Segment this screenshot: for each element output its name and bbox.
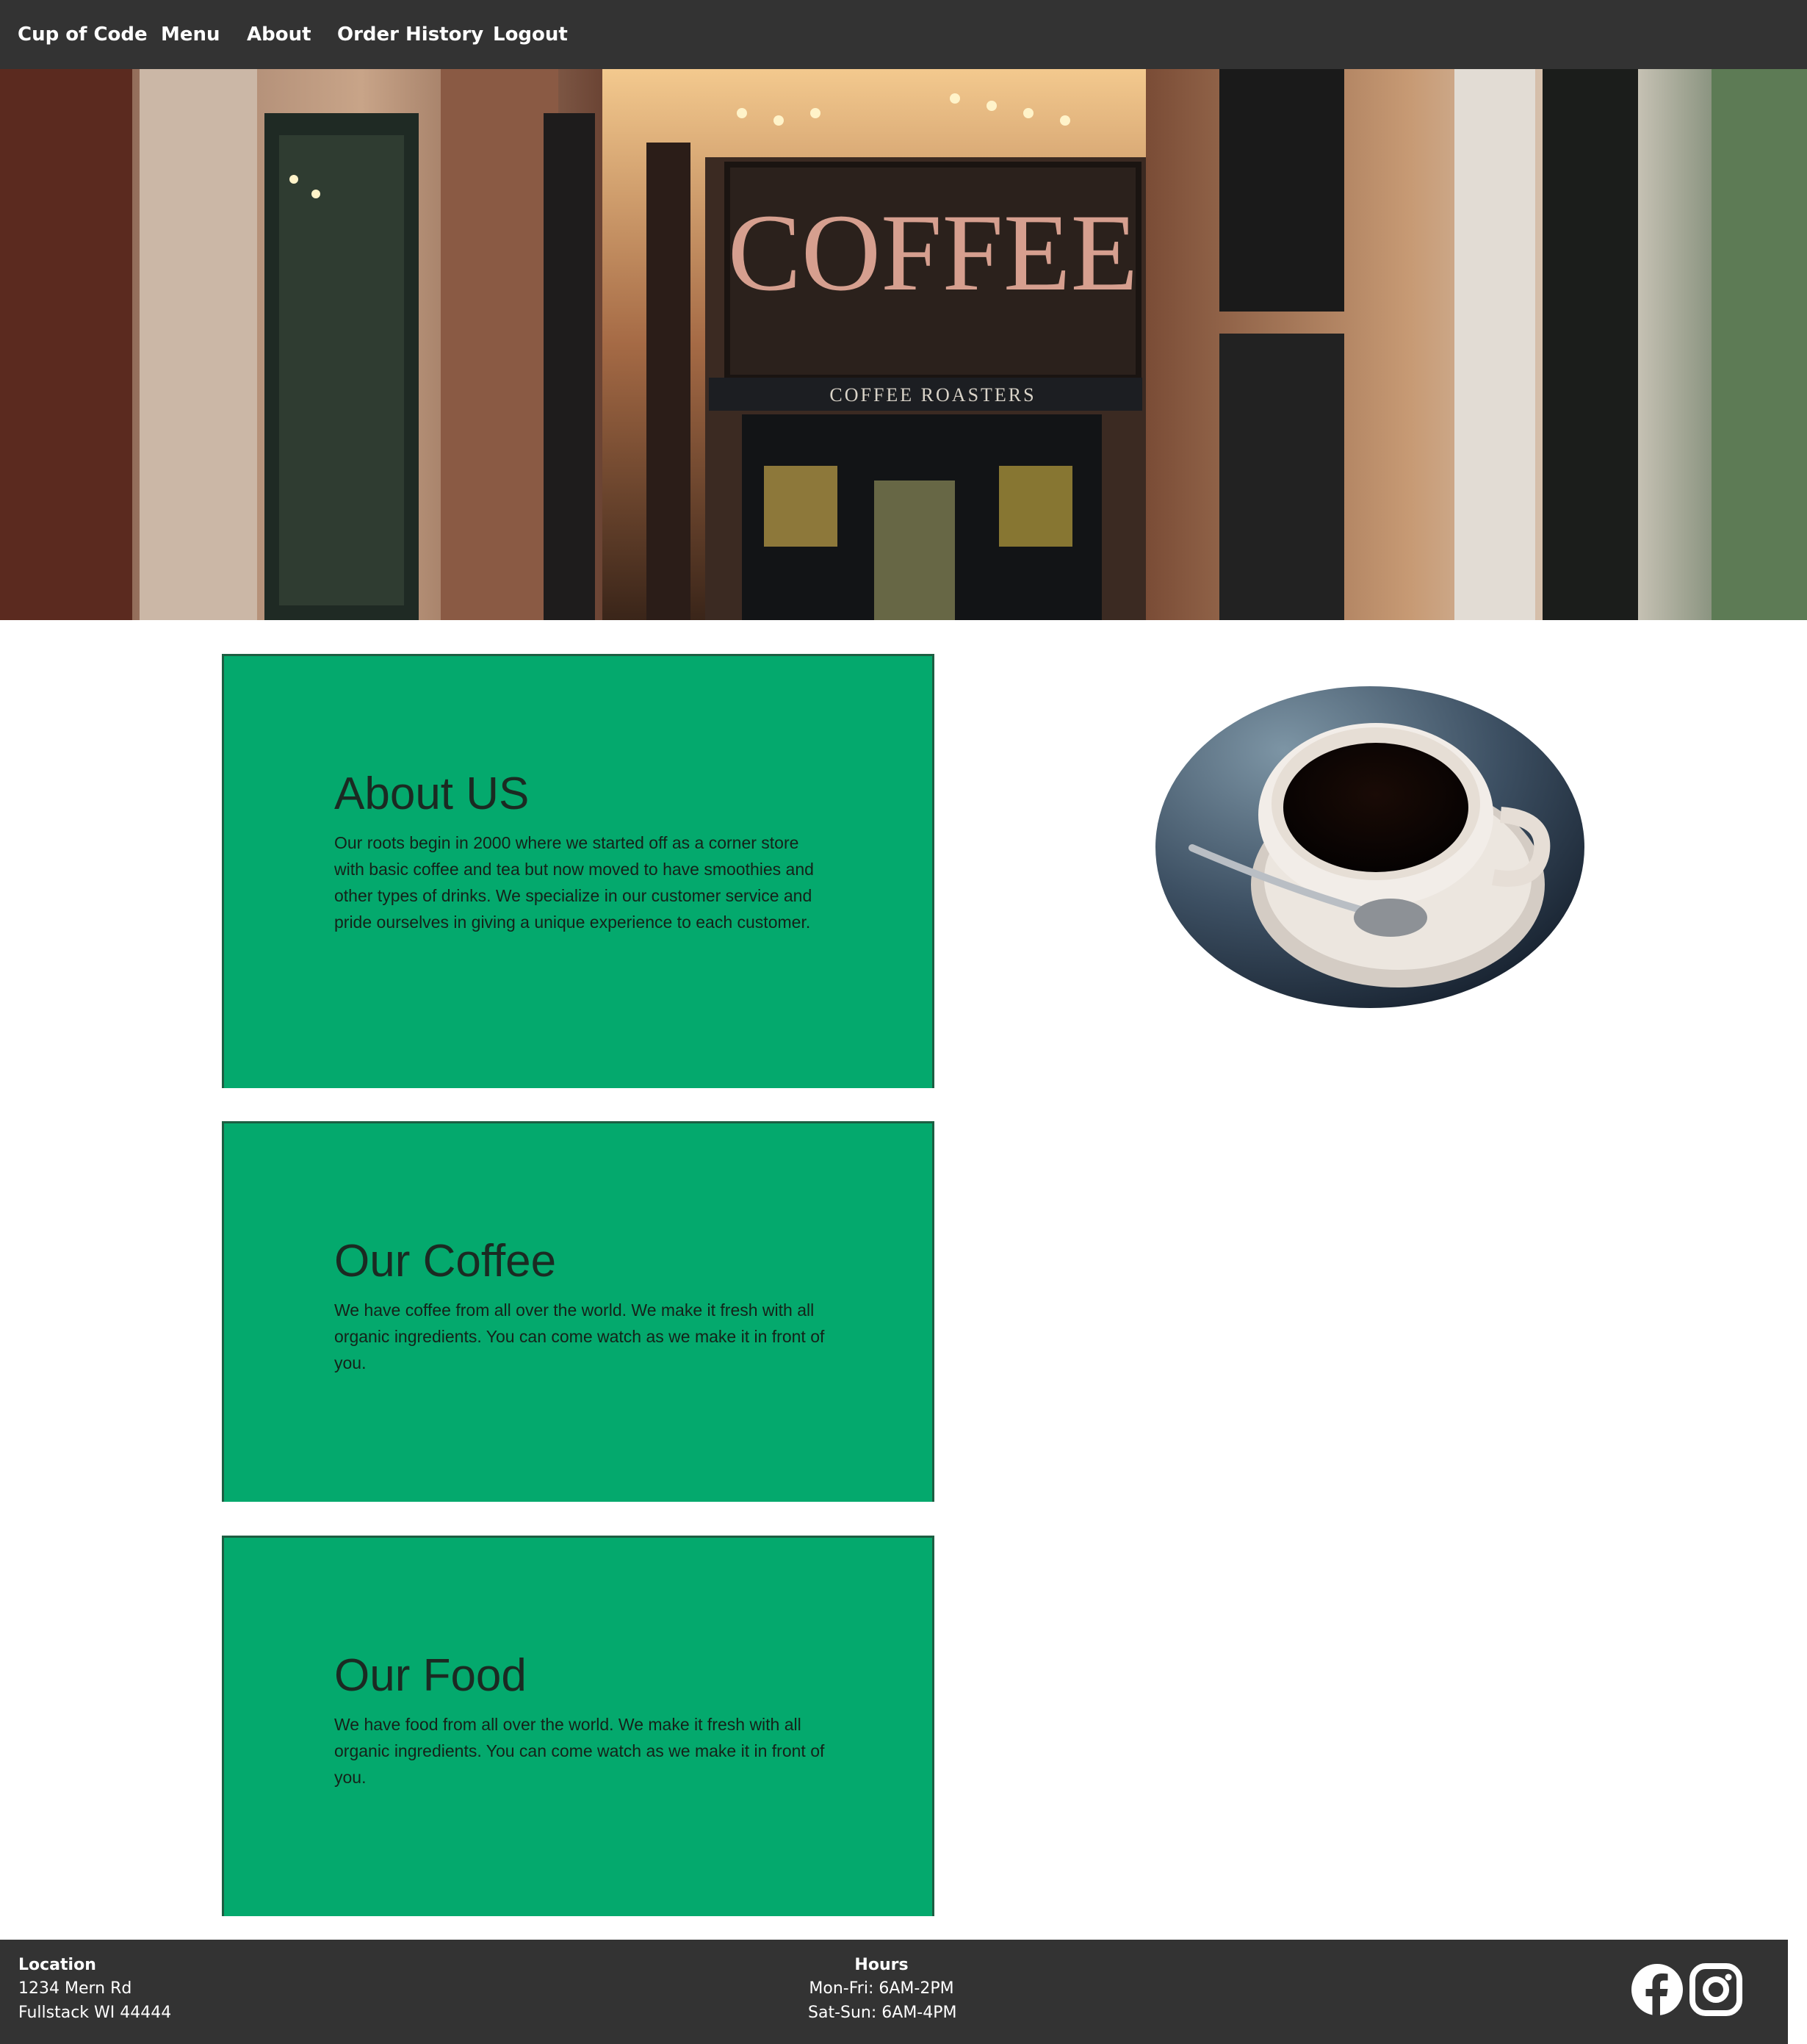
about-us-title: About US: [334, 769, 530, 819]
facebook-icon[interactable]: [1631, 1963, 1684, 2016]
page: Cup of Code Menu About Order History Log…: [0, 0, 1807, 2044]
coffee-cup-image: [1155, 686, 1584, 1008]
nav-link-logout[interactable]: Logout: [493, 0, 568, 69]
our-coffee-text: We have coffee from all over the world. …: [334, 1300, 825, 1372]
about-us-card: About US Our roots begin in 2000 where w…: [222, 654, 934, 1088]
footer-address-line1: 1234 Mern Rd: [18, 1979, 132, 1998]
about-us-text: Our roots begin in 2000 where we started…: [334, 833, 814, 932]
footer-address-line2: Fullstack WI 44444: [18, 2004, 172, 2022]
nav-link-menu[interactable]: Menu: [161, 0, 220, 69]
footer-location-heading: Location: [18, 1956, 96, 1974]
hero-image: COFFEE COFFEE ROASTERS: [0, 69, 1807, 620]
navbar: Cup of Code Menu About Order History Log…: [0, 0, 1807, 69]
nav-link-order-history[interactable]: Order History: [337, 0, 483, 69]
our-food-text: We have food from all over the world. We…: [334, 1715, 825, 1787]
footer-hours-heading: Hours: [854, 1956, 909, 1974]
footer: Location 1234 Mern Rd Fullstack WI 44444…: [0, 1940, 1788, 2044]
our-coffee-card: Our Coffee We have coffee from all over …: [222, 1121, 934, 1502]
instagram-icon[interactable]: [1689, 1963, 1742, 2016]
our-food-title: Our Food: [334, 1650, 527, 1701]
svg-text:COFFEE: COFFEE: [728, 192, 1138, 314]
nav-link-about[interactable]: About: [247, 0, 311, 69]
our-food-card: Our Food We have food from all over the …: [222, 1536, 934, 1916]
brand-link[interactable]: Cup of Code: [18, 0, 148, 69]
our-coffee-title: Our Coffee: [334, 1236, 557, 1287]
svg-text:COFFEE ROASTERS: COFFEE ROASTERS: [829, 384, 1036, 406]
footer-hours-weekday: Mon-Fri: 6AM-2PM: [809, 1979, 954, 1998]
footer-hours-weekend: Sat-Sun: 6AM-4PM: [808, 2004, 957, 2022]
